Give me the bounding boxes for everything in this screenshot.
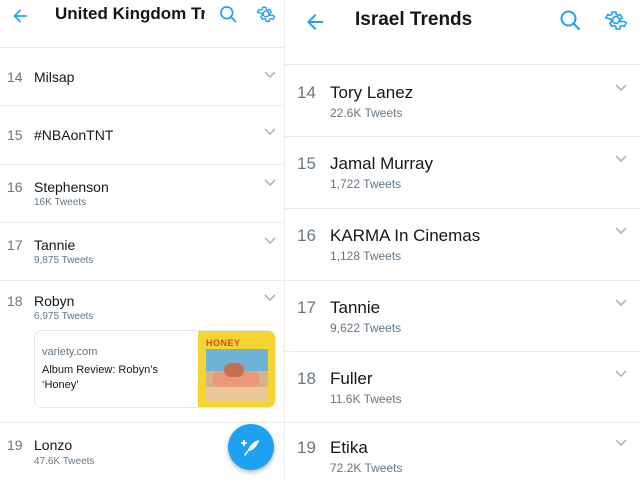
trend-name: Robyn (34, 293, 75, 309)
chevron-down-icon[interactable] (263, 236, 277, 246)
trend-rank: 18 (7, 293, 23, 309)
trend-row[interactable]: 16 Stephenson 16K Tweets (0, 165, 285, 222)
trend-rank: 17 (7, 237, 23, 253)
trend-rank: 16 (297, 226, 316, 245)
trend-name: Fuller (330, 369, 373, 388)
trend-rank: 14 (7, 69, 23, 85)
tweet-count: 11.6K Tweets (330, 392, 402, 406)
trend-row[interactable]: 18 Fuller 11.6K Tweets (285, 352, 640, 422)
israel-trends-panel: Israel Trends 14 Tory Lanez 22.6K Tweets… (285, 0, 640, 481)
trend-rank: 19 (297, 438, 316, 457)
trend-name: KARMA In Cinemas (330, 226, 481, 245)
trend-rank: 15 (7, 127, 23, 143)
page-title: United Kingdom Tr... (55, 4, 205, 23)
tweet-count: 72.2K Tweets (330, 461, 403, 475)
chevron-down-icon[interactable] (614, 369, 628, 379)
chevron-down-icon[interactable] (614, 154, 628, 164)
album-art (206, 349, 268, 401)
trend-rank: 18 (297, 369, 316, 388)
chevron-down-icon[interactable] (614, 226, 628, 236)
trend-rank: 14 (297, 83, 316, 102)
tweet-count: 9,622 Tweets (330, 321, 402, 335)
trend-row[interactable]: 17 Tannie 9,875 Tweets (0, 223, 285, 280)
trend-name: Stephenson (34, 179, 109, 195)
trend-name: Jamal Murray (330, 154, 433, 173)
search-icon[interactable] (215, 1, 241, 27)
trend-rank: 16 (7, 179, 23, 195)
chevron-down-icon[interactable] (263, 127, 277, 137)
chevron-down-icon[interactable] (614, 83, 628, 93)
trend-row[interactable]: 15 Jamal Murray 1,722 Tweets (285, 137, 640, 208)
card-headline: Album Review: Robyn’s ‘Honey’ (42, 364, 158, 391)
trend-name: Milsap (34, 69, 75, 85)
gear-icon[interactable] (253, 1, 279, 27)
gear-icon[interactable] (602, 6, 630, 34)
trend-name: Tannie (34, 237, 76, 253)
chevron-down-icon[interactable] (614, 438, 628, 448)
trend-name: Tannie (330, 298, 381, 317)
trend-name: Etika (330, 438, 368, 457)
trend-row[interactable]: 15 #NBAonTNT (0, 106, 285, 164)
link-preview-card[interactable]: variety.com Album Review: Robyn’s ‘Honey… (34, 330, 276, 408)
card-domain: variety.com (42, 346, 98, 358)
tweet-count: 9,875 Tweets (34, 255, 94, 266)
album-cover-thumbnail: HONEY (198, 331, 275, 407)
trend-name: #NBAonTNT (34, 127, 114, 143)
trend-row[interactable]: 16 KARMA In Cinemas 1,128 Tweets (285, 209, 640, 280)
trend-name: Lonzo (34, 437, 73, 453)
chevron-down-icon[interactable] (263, 70, 277, 80)
tweet-count: 22.6K Tweets (330, 106, 403, 120)
tweet-count: 1,722 Tweets (330, 177, 402, 191)
trend-row[interactable]: 19 Etika 72.2K Tweets (285, 423, 640, 481)
trend-rank: 19 (7, 437, 23, 453)
tweet-count: 1,128 Tweets (330, 249, 402, 263)
trend-row[interactable]: 14 Milsap (0, 48, 285, 105)
tweet-count: 16K Tweets (34, 197, 87, 208)
trend-row[interactable]: 17 Tannie 9,622 Tweets (285, 281, 640, 351)
back-arrow-icon[interactable] (8, 4, 32, 28)
thumbnail-title: HONEY (206, 338, 241, 348)
chevron-down-icon[interactable] (614, 298, 628, 308)
chevron-down-icon[interactable] (263, 293, 277, 303)
search-icon[interactable] (556, 6, 584, 34)
tweet-count: 6,975 Tweets (34, 311, 94, 322)
compose-tweet-icon (241, 440, 259, 456)
back-arrow-icon[interactable] (301, 8, 329, 36)
compose-tweet-button[interactable] (228, 424, 274, 470)
page-title: Israel Trends (355, 9, 473, 30)
trend-rank: 15 (297, 154, 316, 173)
trend-row[interactable]: 14 Tory Lanez 22.6K Tweets (285, 65, 640, 136)
uk-trends-panel: United Kingdom Tr... 14 Milsap 15 #NBAon… (0, 0, 285, 481)
trend-name: Tory Lanez (330, 83, 414, 102)
tweet-count: 47.6K Tweets (34, 456, 95, 467)
top-app-bar: United Kingdom Tr... (0, 0, 285, 34)
chevron-down-icon[interactable] (263, 178, 277, 188)
trend-rank: 17 (297, 298, 316, 317)
top-app-bar: Israel Trends (285, 0, 640, 44)
